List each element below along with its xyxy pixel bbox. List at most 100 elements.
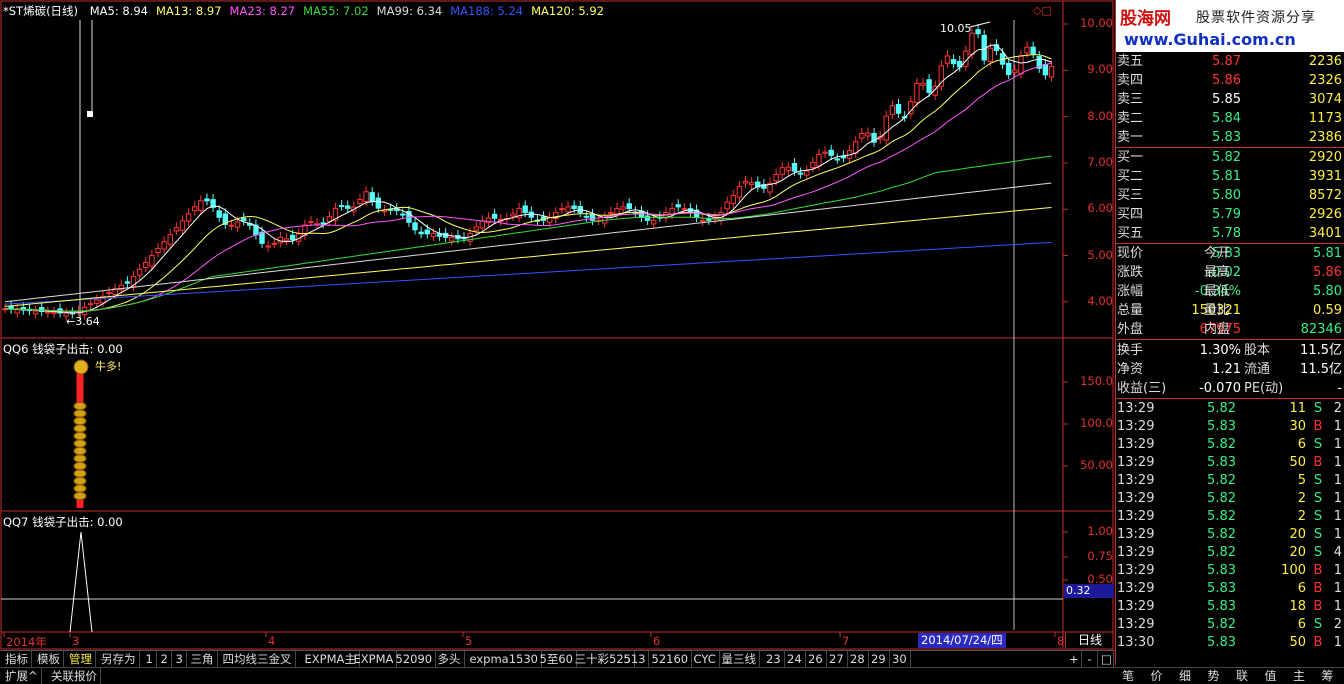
order-book-label: 买一 (1117, 150, 1144, 165)
toolbar-button[interactable]: 指标 (2, 651, 32, 667)
toolbar-zoom-button[interactable]: + (1066, 651, 1082, 667)
candle-body (889, 105, 896, 115)
quote-label: 现价 (1117, 246, 1144, 261)
toolbar-button[interactable]: 3 (173, 651, 187, 667)
order-book-volume: 1173 (1308, 111, 1342, 126)
candle-body (381, 210, 388, 213)
right-panel-tab[interactable]: 值 (1258, 668, 1284, 684)
toolbar-button[interactable]: 513 (621, 651, 650, 667)
chart-window-buttons[interactable]: ◇□ (1033, 4, 1052, 17)
toolbar-button[interactable]: 29 (868, 651, 890, 667)
date-axis-label: 4 (268, 634, 276, 648)
tick-volume: 20 (1289, 527, 1306, 542)
tick-time: 13:29 (1117, 581, 1155, 596)
banner-logo: 股海网 (1120, 9, 1171, 29)
toolbar-button[interactable]: 52160 (649, 651, 693, 667)
tick-volume: 30 (1289, 419, 1306, 434)
period-label[interactable]: 日线 (1065, 633, 1114, 648)
toolbar-button[interactable]: 23 (763, 651, 785, 667)
tick-side: S (1313, 545, 1323, 560)
ma-legend-item: MA13: 8.97 (155, 4, 222, 18)
tick-volume: 20 (1289, 545, 1306, 560)
toolbar-button[interactable]: 模板 (34, 651, 64, 667)
candle-body (167, 234, 173, 245)
price-axis-label: 6.00 (1087, 201, 1113, 216)
quote-label: 外盘 (1117, 322, 1144, 337)
candle-body (124, 281, 131, 284)
right-panel-tab[interactable]: 笔 (1115, 668, 1141, 684)
tick-price: 5.82 (1207, 473, 1236, 488)
candle-body (185, 213, 192, 222)
toolbar-button[interactable]: 四均线三金叉 (220, 651, 296, 667)
quote-value: 5.81 (1313, 246, 1342, 261)
order-book-price: 5.86 (1212, 73, 1241, 88)
toolbar-button[interactable]: expma1530 (467, 651, 542, 667)
right-panel-tab[interactable]: 细 (1172, 668, 1198, 684)
toolbar-button[interactable]: 28 (847, 651, 869, 667)
toolbar-button[interactable]: 30 (889, 651, 911, 667)
order-book-label: 卖三 (1117, 92, 1144, 107)
tick-row: 13:29 5.83 30 B 1 (1116, 418, 1344, 436)
order-book-label: 卖四 (1117, 73, 1144, 88)
stats-row: 收益(三) -0.070 PE(动) - (1116, 379, 1344, 398)
right-panel-tab[interactable]: 筹 (1315, 668, 1341, 684)
bottom-tab[interactable]: 扩展^ (2, 668, 42, 684)
order-book-volume: 3931 (1308, 169, 1342, 184)
kline-chart-canvas[interactable]: 10.05 ←3.64 (0, 0, 1115, 650)
tick-row: 13:29 5.82 6 S 1 (1116, 436, 1344, 454)
candle-body (363, 191, 369, 203)
candle-body (699, 219, 706, 222)
order-book-sell-row: 卖一 5.83 2386 (1116, 128, 1344, 147)
tick-time: 13:29 (1117, 455, 1155, 470)
toolbar-button[interactable]: 27 (826, 651, 848, 667)
candle-body (45, 311, 51, 314)
price-axis-label: 7.00 (1087, 154, 1113, 169)
tick-count: 4 (1333, 545, 1342, 560)
candle-body (608, 212, 614, 215)
candle-body (804, 170, 810, 176)
right-panel-tab[interactable]: 联 (1229, 668, 1255, 684)
tick-row: 13:30 5.83 50 B 1 (1116, 634, 1344, 652)
tick-price: 5.82 (1207, 527, 1236, 542)
tick-row: 13:29 5.82 2 S 1 (1116, 508, 1344, 526)
right-panel-tab[interactable]: 主 (1286, 668, 1312, 684)
toolbar-button[interactable]: 另存为 (98, 651, 140, 667)
toolbar-button[interactable]: 量三线 (719, 651, 760, 667)
toolbar-zoom-button[interactable]: □ (1098, 651, 1114, 667)
toolbar-button[interactable]: 1 (143, 651, 157, 667)
toolbar-button[interactable]: 管理 (66, 651, 96, 667)
toolbar-button[interactable]: EXPMA (351, 651, 398, 667)
order-book-price: 5.85 (1212, 92, 1241, 107)
tick-side: S (1313, 491, 1323, 506)
right-panel-tab[interactable]: 势 (1201, 668, 1227, 684)
bottom-tab[interactable]: 关联报价 (48, 668, 101, 684)
candle-body (810, 162, 816, 168)
order-book-volume: 2920 (1308, 150, 1342, 165)
tick-price: 5.83 (1207, 599, 1236, 614)
toolbar-zoom-button[interactable]: - (1082, 651, 1098, 667)
divider (1116, 339, 1344, 340)
toolbar-button[interactable]: 三角 (188, 651, 218, 667)
candle-body (791, 163, 798, 172)
tick-row: 13:29 5.82 2 S 1 (1116, 490, 1344, 508)
quote-row: 总量 150321 量比 0.59 (1116, 301, 1344, 320)
stats-value: -0.070 (1199, 381, 1241, 396)
order-book-volume: 8572 (1308, 188, 1342, 203)
toolbar-button[interactable]: 2 (158, 651, 172, 667)
date-axis-label: 8 (1057, 634, 1065, 648)
tick-time: 13:29 (1117, 401, 1155, 416)
toolbar-button[interactable]: 24 (784, 651, 806, 667)
toolbar-button[interactable]: 52090 (393, 651, 437, 667)
toolbar-button[interactable]: 26 (805, 651, 827, 667)
toolbar-button[interactable]: 多头 (435, 651, 465, 667)
candle-body (987, 47, 994, 63)
tick-row: 13:29 5.82 20 S 1 (1116, 526, 1344, 544)
order-book-volume: 2236 (1308, 54, 1342, 69)
candle-body (1012, 69, 1018, 73)
toolbar-button[interactable]: CYC (691, 651, 720, 667)
ma-legend-item: MA188: 5.24 (450, 4, 524, 18)
right-panel-tab[interactable]: 价 (1144, 668, 1170, 684)
price-axis-label: 9.00 (1087, 62, 1113, 77)
ma-line (4, 241, 1052, 305)
tick-volume: 6 (1297, 581, 1306, 596)
